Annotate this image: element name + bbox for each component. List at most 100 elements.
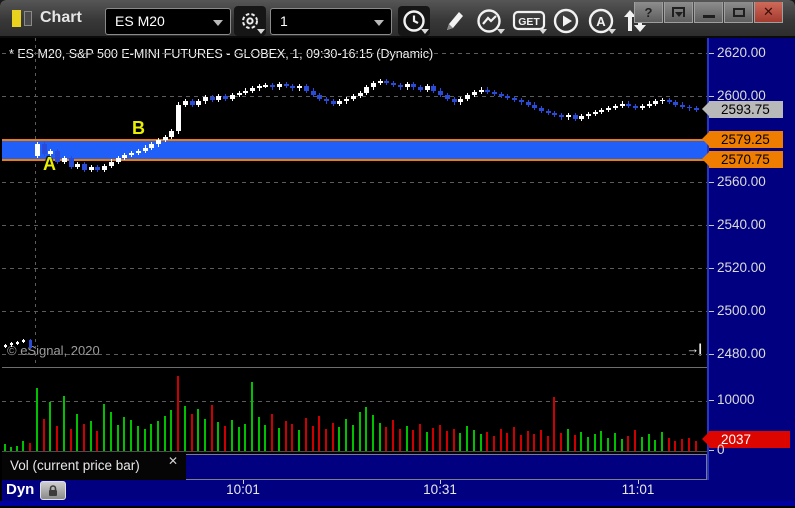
volume-bar <box>324 429 327 451</box>
close-pane-icon[interactable]: ✕ <box>168 454 178 468</box>
draw-tool-button[interactable] <box>438 6 470 36</box>
volume-bar <box>647 434 650 451</box>
candle-up <box>297 86 303 89</box>
lock-button[interactable] <box>40 481 66 500</box>
volume-bar <box>210 405 213 451</box>
candle-up <box>169 131 175 137</box>
volume-bar <box>345 419 348 451</box>
maximize-icon <box>732 7 745 17</box>
candle-down <box>310 90 316 95</box>
volume-bar <box>533 434 536 451</box>
volume-pane[interactable] <box>2 367 707 452</box>
price-tick-mark <box>709 182 714 183</box>
candle-up <box>471 91 477 95</box>
price-gridline <box>2 182 707 183</box>
volume-bar <box>96 431 99 451</box>
candle-down <box>189 101 195 105</box>
candle-up <box>639 105 645 108</box>
candle-up <box>115 158 121 162</box>
title-bar[interactable]: Chart ES M20 1 GET A ? ✕ <box>0 0 795 38</box>
candle-down <box>686 106 692 109</box>
lock-icon <box>49 484 57 496</box>
volume-bar <box>190 413 193 451</box>
price-tick-mark <box>709 96 714 97</box>
volume-bar <box>573 435 576 451</box>
volume-bar <box>546 436 549 451</box>
chart-canvas[interactable]: * ES M20, S&P 500 E-MINI FUTURES - GLOBE… <box>2 38 707 366</box>
volume-bar <box>49 402 52 451</box>
candle-down <box>330 101 336 104</box>
minimize-button[interactable] <box>694 2 723 23</box>
volume-bar <box>311 426 314 451</box>
volume-bar <box>36 388 38 451</box>
candle-up <box>229 94 235 100</box>
volume-bar <box>251 382 254 451</box>
candle-down <box>209 97 215 101</box>
dock-button[interactable] <box>664 2 693 23</box>
candle-down <box>95 166 101 171</box>
candle-up <box>350 96 356 100</box>
maximize-button[interactable] <box>724 2 753 23</box>
close-button[interactable]: ✕ <box>754 2 783 23</box>
candle-up <box>404 84 410 88</box>
price-axis[interactable]: 2593.75 2579.25 2570.75 2037 2620.00 2600… <box>702 38 795 480</box>
candle-up <box>357 92 363 96</box>
candle-down <box>391 83 397 86</box>
candle-down <box>485 89 491 92</box>
play-button[interactable] <box>550 6 582 36</box>
volume-bar <box>204 418 206 451</box>
volume-bar <box>667 438 670 451</box>
candle-down <box>283 84 289 87</box>
symbol-settings-button[interactable] <box>234 6 266 36</box>
candle-up <box>458 99 464 103</box>
candle-up <box>75 163 81 167</box>
price-tick-mark <box>709 53 714 54</box>
volume-bar <box>553 397 556 451</box>
volume-tick-mark <box>709 400 714 401</box>
get-data-button[interactable]: GET <box>510 6 548 36</box>
candle-up <box>129 152 135 156</box>
help-button[interactable]: ? <box>634 2 663 23</box>
interval-combo-value: 1 <box>280 13 288 29</box>
volume-bar <box>486 432 489 451</box>
studies-button[interactable] <box>474 6 506 36</box>
volume-bar <box>109 412 112 451</box>
candle-down <box>431 86 437 91</box>
candle-down <box>633 105 639 108</box>
time-template-button[interactable] <box>398 6 430 36</box>
price-tick-label: 2620.00 <box>717 45 766 60</box>
candle-up <box>653 101 659 104</box>
price-tick-label: 2560.00 <box>717 174 766 189</box>
time-axis[interactable]: Dyn 10:01 10:31 11:01 <box>2 480 795 501</box>
candle-down <box>223 96 229 100</box>
volume-bar <box>560 433 563 451</box>
candle-up <box>35 144 40 157</box>
time-tick-mark <box>440 480 441 484</box>
candle-down <box>693 108 699 110</box>
candle-up <box>16 342 19 344</box>
chart-window: Chart ES M20 1 GET A ? ✕ * ES M20, S&P 5… <box>0 0 795 508</box>
candle-up <box>646 103 652 106</box>
window-title: Chart <box>40 9 82 26</box>
volume-bar <box>365 407 368 451</box>
volume-bar <box>439 425 442 451</box>
candle-up <box>619 103 625 106</box>
price-gridline <box>2 354 707 355</box>
alerts-button[interactable]: A <box>585 6 617 36</box>
candle-up <box>465 94 471 100</box>
interval-combo[interactable]: 1 <box>270 8 392 35</box>
volume-bar <box>513 427 516 451</box>
time-tick-label: 10:01 <box>226 482 260 497</box>
candle-down <box>525 102 531 105</box>
volume-bar <box>385 427 388 451</box>
tag-arrow-icon <box>702 100 710 117</box>
candle-up <box>203 97 208 102</box>
volume-bar <box>130 420 133 451</box>
volume-bar <box>640 437 643 451</box>
candle-down <box>666 99 672 102</box>
candle-up <box>344 99 350 102</box>
volume-bar <box>607 438 610 451</box>
volume-bar <box>271 414 274 451</box>
symbol-combo[interactable]: ES M20 <box>105 8 231 35</box>
volume-bar <box>136 426 139 451</box>
